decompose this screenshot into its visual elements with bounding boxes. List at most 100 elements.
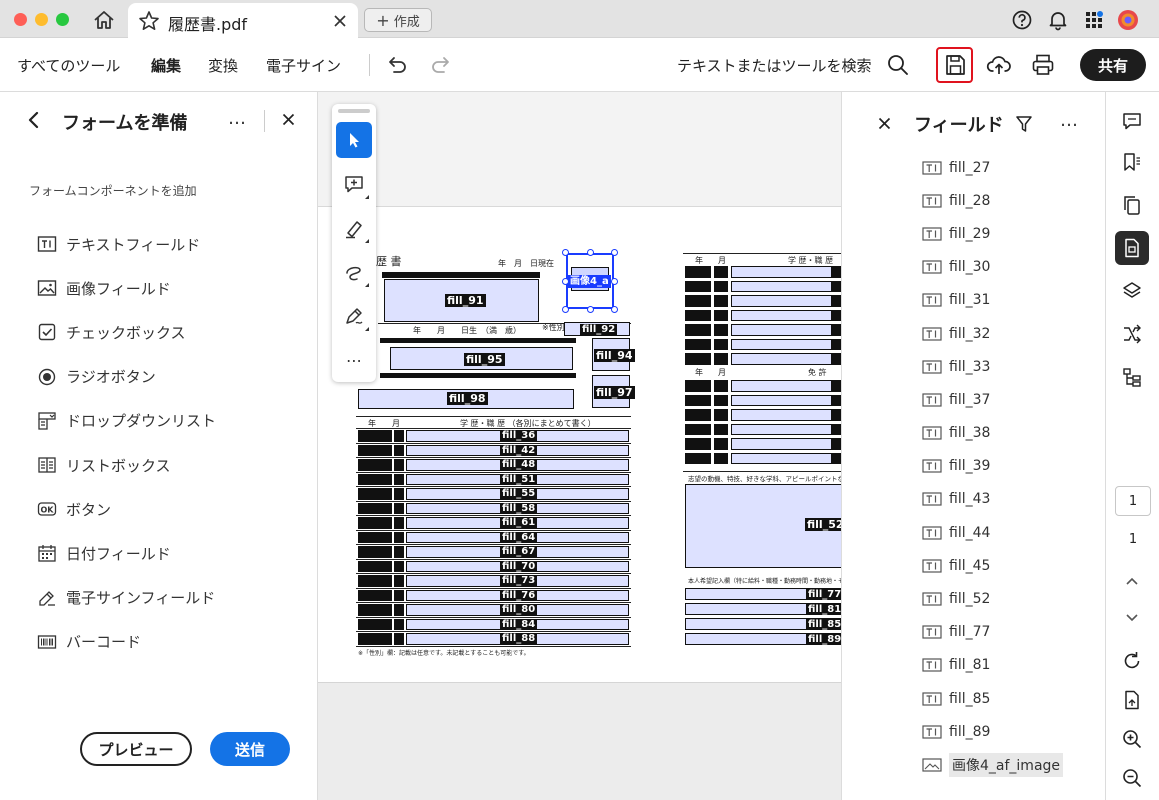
zoom-out-button[interactable] bbox=[1115, 761, 1149, 795]
component-radio-button[interactable]: ラジオボタン bbox=[37, 355, 216, 399]
create-button[interactable]: + 作成 bbox=[364, 8, 432, 32]
year-cell[interactable] bbox=[685, 380, 711, 392]
highlight-tool-button[interactable] bbox=[336, 210, 372, 246]
star-icon[interactable] bbox=[138, 10, 160, 32]
history-field[interactable] bbox=[731, 338, 841, 350]
document-viewer[interactable]: 歴 書 年 月 日現在 fill_91 画像4_a 年 月 日生 （満 歳） ※… bbox=[318, 92, 841, 800]
month-cell[interactable] bbox=[714, 266, 728, 278]
year-cell[interactable] bbox=[358, 589, 392, 601]
history-field[interactable] bbox=[731, 452, 841, 464]
previous-page-button[interactable] bbox=[1115, 564, 1149, 598]
component-list-box[interactable]: リストボックス bbox=[37, 443, 216, 487]
help-icon[interactable] bbox=[1011, 9, 1033, 31]
search-icon[interactable] bbox=[885, 52, 911, 78]
component-button[interactable]: OK ボタン bbox=[37, 487, 216, 531]
month-cell[interactable] bbox=[394, 430, 404, 442]
component-dropdown-list[interactable]: ドロップダウンリスト bbox=[37, 399, 216, 443]
resize-handle[interactable] bbox=[562, 306, 569, 313]
prepare-form-rail-button[interactable] bbox=[1115, 231, 1149, 265]
close-fields-icon[interactable] bbox=[878, 117, 891, 130]
history-field[interactable] bbox=[731, 438, 841, 450]
year-cell[interactable] bbox=[358, 575, 392, 587]
component-barcode[interactable]: バーコード bbox=[37, 620, 216, 664]
home-icon[interactable] bbox=[92, 9, 116, 31]
history-field[interactable] bbox=[731, 295, 841, 307]
share-button[interactable]: 共有 bbox=[1080, 49, 1146, 81]
extract-page-button[interactable] bbox=[1115, 683, 1149, 717]
month-cell[interactable] bbox=[714, 438, 728, 450]
history-field[interactable] bbox=[731, 280, 841, 292]
pdf-page[interactable]: 歴 書 年 月 日現在 fill_91 画像4_a 年 月 日生 （満 歳） ※… bbox=[318, 207, 841, 683]
month-cell[interactable] bbox=[714, 380, 728, 392]
year-cell[interactable] bbox=[358, 604, 392, 616]
month-cell[interactable] bbox=[714, 423, 728, 435]
rotate-button[interactable] bbox=[1115, 644, 1149, 678]
select-tool-button[interactable] bbox=[336, 122, 372, 158]
preview-button[interactable]: プレビュー bbox=[80, 732, 192, 766]
field-list-item[interactable]: fill_37 bbox=[922, 383, 1102, 416]
resize-handle[interactable] bbox=[611, 306, 618, 313]
year-cell[interactable] bbox=[685, 295, 711, 307]
next-page-button[interactable] bbox=[1115, 601, 1149, 635]
field-list-item[interactable]: fill_31 bbox=[922, 284, 1102, 317]
year-cell[interactable] bbox=[685, 423, 711, 435]
print-icon[interactable] bbox=[1030, 52, 1056, 78]
apps-grid-icon[interactable] bbox=[1083, 9, 1105, 31]
save-icon[interactable] bbox=[942, 52, 968, 78]
field-list-item[interactable]: fill_38 bbox=[922, 417, 1102, 450]
year-cell[interactable] bbox=[358, 517, 392, 529]
year-cell[interactable] bbox=[685, 309, 711, 321]
resize-handle[interactable] bbox=[611, 249, 618, 256]
pages-rail-button[interactable] bbox=[1115, 188, 1149, 222]
year-cell[interactable] bbox=[358, 560, 392, 572]
resize-handle[interactable] bbox=[587, 306, 594, 313]
back-chevron-icon[interactable] bbox=[24, 110, 44, 130]
comments-rail-button[interactable] bbox=[1115, 104, 1149, 138]
year-cell[interactable] bbox=[358, 531, 392, 543]
month-cell[interactable] bbox=[714, 353, 728, 365]
year-cell[interactable] bbox=[685, 266, 711, 278]
resize-handle[interactable] bbox=[587, 249, 594, 256]
year-cell[interactable] bbox=[685, 338, 711, 350]
month-cell[interactable] bbox=[394, 502, 404, 514]
month-cell[interactable] bbox=[394, 517, 404, 529]
close-panel-icon[interactable] bbox=[282, 113, 295, 126]
month-cell[interactable] bbox=[394, 444, 404, 456]
component-image-field[interactable]: 画像フィールド bbox=[37, 266, 216, 310]
document-tab[interactable]: 履歴書.pdf bbox=[128, 3, 358, 39]
menu-convert[interactable]: 変換 bbox=[208, 55, 238, 76]
menu-e-sign[interactable]: 電子サイン bbox=[266, 55, 341, 76]
close-tab-icon[interactable] bbox=[332, 13, 348, 29]
component-text-field[interactable]: テキストフィールド bbox=[37, 222, 216, 266]
field-list-item[interactable]: fill_27 bbox=[922, 151, 1102, 184]
current-page-input[interactable]: 1 bbox=[1115, 486, 1151, 516]
history-field[interactable] bbox=[731, 309, 841, 321]
menu-all-tools[interactable]: すべてのツール bbox=[17, 55, 120, 76]
year-cell[interactable] bbox=[358, 473, 392, 485]
month-cell[interactable] bbox=[714, 280, 728, 292]
field-list-item[interactable]: fill_77 bbox=[922, 616, 1102, 649]
comment-tool-button[interactable] bbox=[336, 166, 372, 202]
month-cell[interactable] bbox=[714, 394, 728, 406]
month-cell[interactable] bbox=[714, 409, 728, 421]
field-list-item[interactable]: fill_44 bbox=[922, 516, 1102, 549]
field-list-item[interactable]: fill_33 bbox=[922, 350, 1102, 383]
menu-edit[interactable]: 編集 bbox=[151, 55, 181, 76]
year-cell[interactable] bbox=[685, 452, 711, 464]
filter-icon[interactable] bbox=[1015, 114, 1033, 134]
field-list-item[interactable]: 画像4_af_image bbox=[922, 748, 1102, 781]
history-field[interactable] bbox=[731, 394, 841, 406]
component-date-field[interactable]: 日付フィールド bbox=[37, 531, 216, 575]
history-field[interactable] bbox=[731, 409, 841, 421]
field-list-item[interactable]: fill_30 bbox=[922, 251, 1102, 284]
month-cell[interactable] bbox=[394, 459, 404, 471]
year-cell[interactable] bbox=[358, 444, 392, 456]
palette-drag-handle[interactable] bbox=[338, 109, 370, 113]
structure-rail-button[interactable] bbox=[1115, 360, 1149, 394]
field-list-item[interactable]: fill_45 bbox=[922, 549, 1102, 582]
year-cell[interactable] bbox=[685, 280, 711, 292]
field-list-item[interactable]: fill_32 bbox=[922, 317, 1102, 350]
field-list-item[interactable]: fill_81 bbox=[922, 649, 1102, 682]
field-list-item[interactable]: fill_43 bbox=[922, 483, 1102, 516]
field-list-item[interactable]: fill_29 bbox=[922, 217, 1102, 250]
